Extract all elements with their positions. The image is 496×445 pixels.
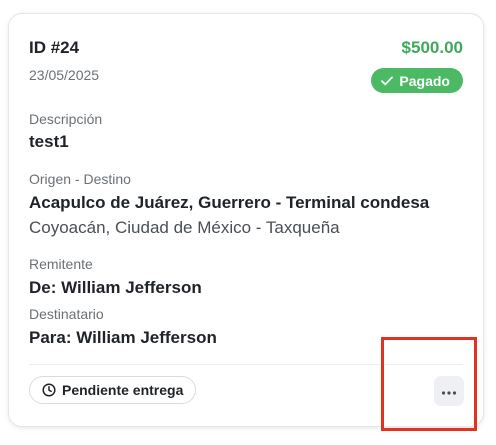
check-icon xyxy=(381,76,394,86)
recipient-value: Para: William Jefferson xyxy=(29,328,217,347)
order-amount: $500.00 xyxy=(401,38,463,57)
route-origin: Acapulco de Juárez, Guerrero - Terminal … xyxy=(29,193,430,212)
route-destination: Coyoacán, Ciudad de México - Taxqueña xyxy=(29,218,340,237)
payment-status-label: Pagado xyxy=(399,72,450,89)
delivery-status-chip[interactable]: Pendiente entrega xyxy=(29,376,197,404)
order-date: 23/05/2025 xyxy=(29,67,100,83)
page: ID #24 $500.00 23/05/2025 Pagado Descrip… xyxy=(0,0,496,445)
card-divider xyxy=(29,364,463,365)
payment-status-badge: Pagado xyxy=(371,68,463,93)
route-label: Origen - Destino xyxy=(29,171,131,187)
recipient-label: Destinatario xyxy=(29,306,104,322)
description-label: Descripción xyxy=(29,111,103,127)
shipment-card[interactable]: ID #24 $500.00 23/05/2025 Pagado Descrip… xyxy=(8,13,484,427)
description-value: test1 xyxy=(29,132,69,151)
sender-label: Remitente xyxy=(29,256,93,272)
more-options-button[interactable] xyxy=(434,376,464,406)
sender-value: De: William Jefferson xyxy=(29,278,202,297)
clock-icon xyxy=(42,383,56,397)
order-id: ID #24 xyxy=(29,38,80,57)
delivery-status-label: Pendiente entrega xyxy=(62,382,184,398)
ellipsis-icon xyxy=(441,382,457,400)
